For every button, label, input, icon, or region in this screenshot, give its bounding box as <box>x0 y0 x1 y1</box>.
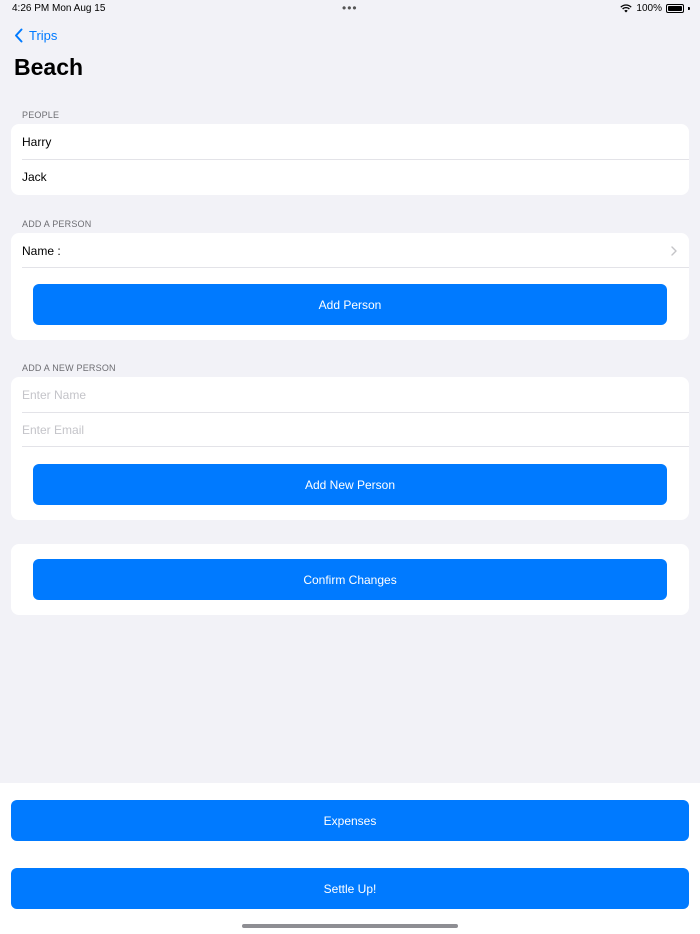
people-section-header: PEOPLE <box>22 110 60 120</box>
add-person-section-header: ADD A PERSON <box>22 219 92 229</box>
person-name: Harry <box>22 134 52 149</box>
settle-up-button[interactable]: Settle Up! <box>11 868 689 909</box>
people-card: Harry Jack <box>11 124 689 195</box>
status-date: Mon Aug 15 <box>52 3 106 14</box>
bottom-bar: Expenses Settle Up! <box>0 783 700 934</box>
add-new-person-button[interactable]: Add New Person <box>33 464 667 505</box>
chevron-left-icon <box>15 28 23 42</box>
status-right-group: 100% <box>620 3 690 14</box>
home-indicator[interactable] <box>242 924 458 928</box>
status-bar: 4:26 PM Mon Aug 15 ••• 100% <box>0 0 700 18</box>
name-input[interactable]: Enter Name <box>11 377 689 412</box>
email-input-placeholder: Enter Email <box>22 422 85 437</box>
add-person-card: Name : Add Person <box>11 233 689 340</box>
email-input[interactable]: Enter Email <box>11 412 689 447</box>
add-new-person-card: Enter Name Enter Email Add New Person <box>11 377 689 520</box>
list-item[interactable]: Jack <box>11 159 689 194</box>
battery-cap <box>688 7 690 10</box>
add-new-person-section-header: ADD A NEW PERSON <box>22 363 116 373</box>
wifi-icon <box>620 4 633 13</box>
name-picker-row[interactable]: Name : <box>11 233 689 268</box>
expenses-button[interactable]: Expenses <box>11 800 689 841</box>
multitasking-dots-icon[interactable]: ••• <box>342 1 358 15</box>
battery-icon <box>666 4 684 13</box>
name-input-placeholder: Enter Name <box>22 387 87 402</box>
back-label: Trips <box>29 27 58 43</box>
person-name: Jack <box>22 169 47 184</box>
confirm-card: Confirm Changes <box>11 544 689 615</box>
list-item[interactable]: Harry <box>11 124 689 159</box>
add-person-button[interactable]: Add Person <box>33 284 667 325</box>
status-time: 4:26 PM <box>12 3 50 14</box>
battery-percent: 100% <box>636 3 662 14</box>
back-button[interactable]: Trips <box>14 26 57 44</box>
page-title: Beach <box>14 54 84 80</box>
name-picker-label: Name : <box>22 243 61 258</box>
chevron-right-icon <box>671 246 677 256</box>
confirm-changes-button[interactable]: Confirm Changes <box>33 559 667 600</box>
